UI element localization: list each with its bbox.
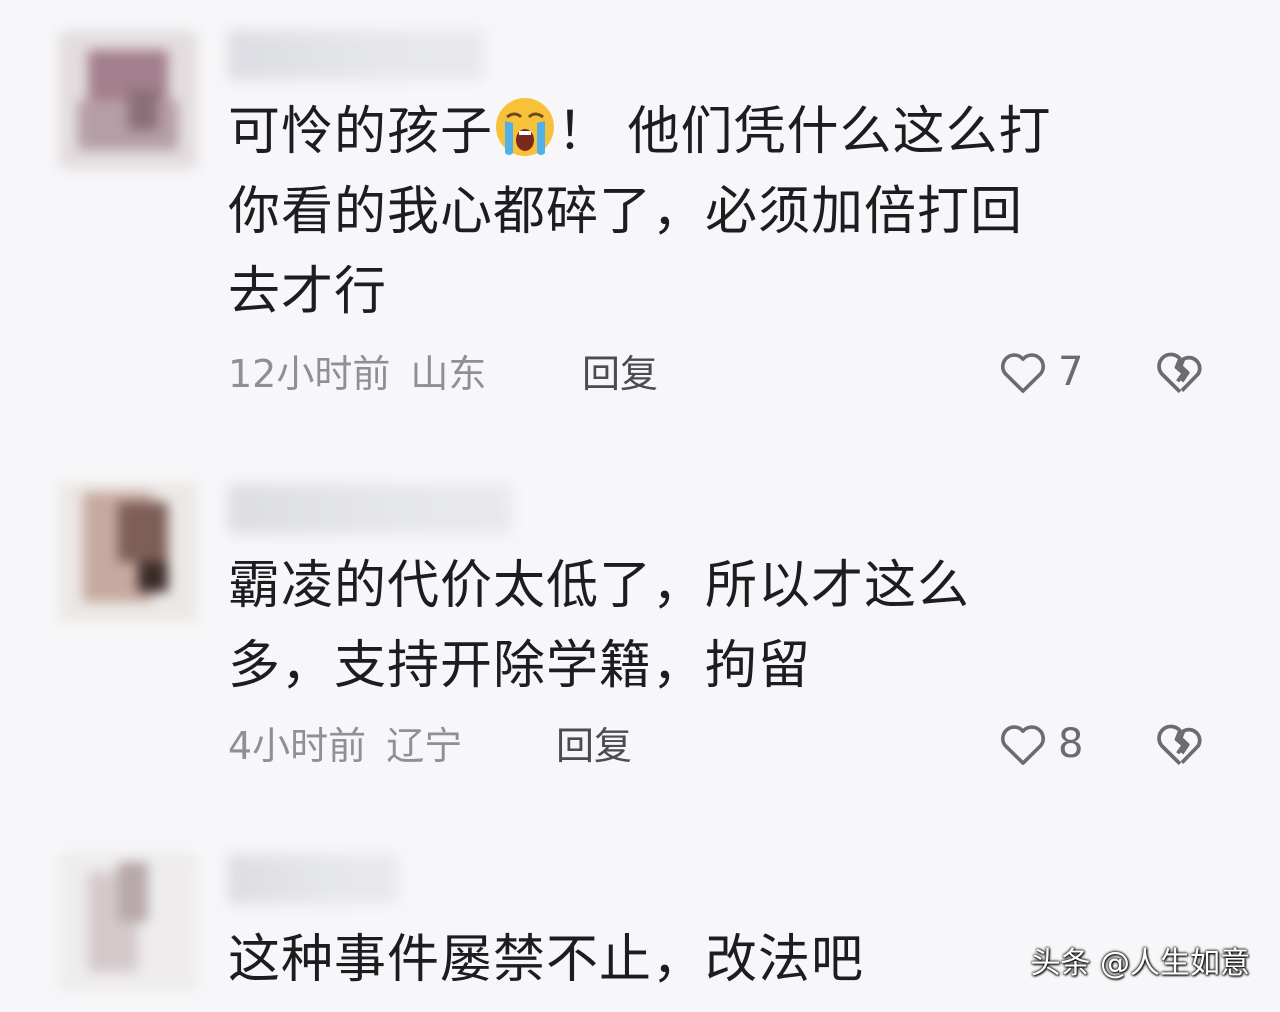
broken-heart-icon bbox=[1157, 724, 1202, 766]
avatar[interactable] bbox=[58, 482, 198, 622]
comment-text: 霸凌的代价太低了，所以才这么 多，支持开除学籍，拘留 bbox=[228, 556, 971, 696]
avatar[interactable] bbox=[58, 852, 198, 992]
reply-button[interactable]: 回复 bbox=[556, 716, 632, 776]
reply-button[interactable]: 回复 bbox=[582, 344, 658, 404]
username[interactable] bbox=[228, 854, 398, 904]
location: 山东 bbox=[410, 352, 487, 396]
comment-text: 可怜的孩子 ！ 他们凭什么这么打 你看的我心都碎了，必须加倍打回 去才行 bbox=[228, 92, 1228, 332]
comment-meta: 12小时前 山东 bbox=[228, 344, 486, 404]
dislike-button[interactable] bbox=[1152, 342, 1208, 402]
dislike-button[interactable] bbox=[1152, 714, 1208, 774]
location: 辽宁 bbox=[386, 724, 463, 768]
like-count: 8 bbox=[1058, 721, 1084, 767]
like-button[interactable]: 8 bbox=[996, 714, 1083, 774]
like-count: 7 bbox=[1058, 349, 1084, 395]
username[interactable] bbox=[228, 484, 512, 534]
avatar[interactable] bbox=[58, 30, 198, 170]
username[interactable] bbox=[228, 30, 484, 80]
timestamp: 12小时前 bbox=[228, 352, 391, 396]
broken-heart-icon bbox=[1157, 352, 1202, 394]
comment-meta: 4小时前 辽宁 bbox=[228, 716, 462, 776]
heart-icon bbox=[1001, 725, 1045, 765]
heart-icon bbox=[1001, 353, 1045, 393]
timestamp: 4小时前 bbox=[228, 724, 367, 768]
like-button[interactable]: 7 bbox=[996, 342, 1083, 402]
watermark: 头条 @人生如意 bbox=[1030, 946, 1250, 981]
crying-face-icon bbox=[496, 98, 555, 156]
